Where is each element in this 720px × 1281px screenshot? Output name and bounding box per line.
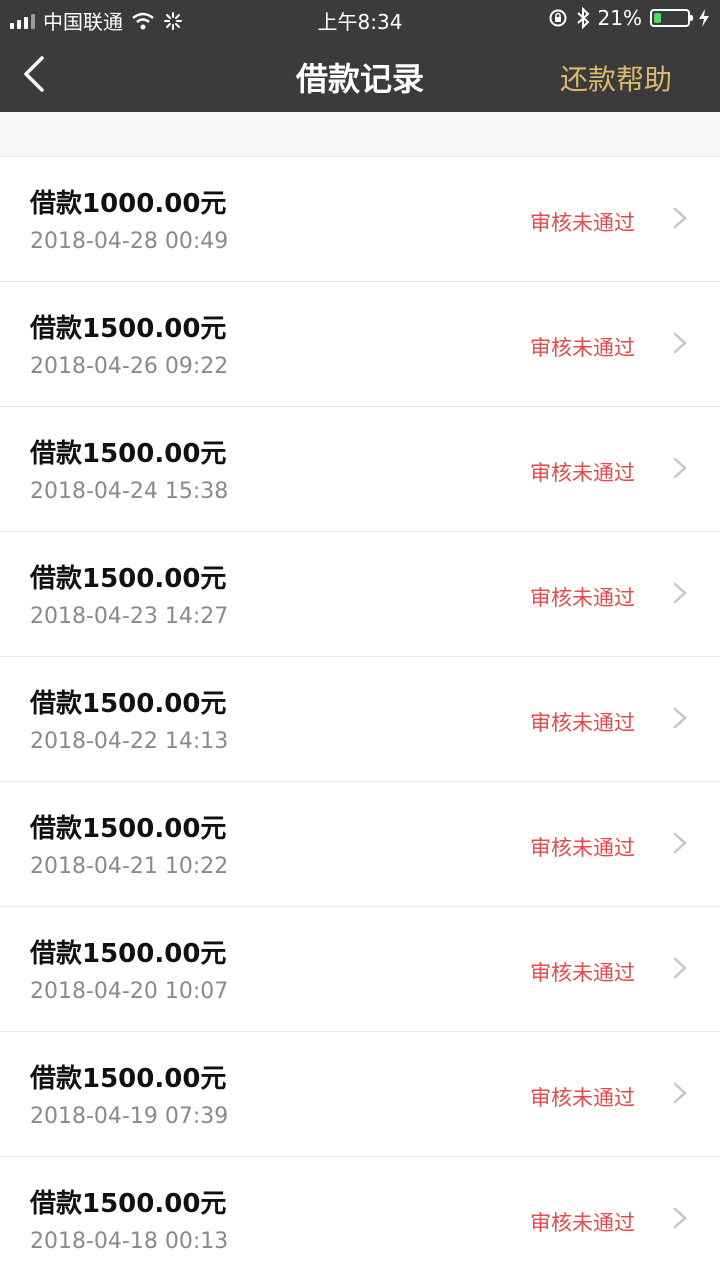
chevron-right-icon <box>673 957 687 979</box>
loan-amount: 借款1500.00元 <box>30 814 227 844</box>
loan-date: 2018-04-23 14:27 <box>30 604 229 629</box>
nav-bar: 借款记录 还款帮助 <box>0 36 720 112</box>
loan-record-list: 借款1000.00元 2018-04-28 00:49 审核未通过 借款1500… <box>0 156 720 1281</box>
rotation-lock-icon <box>549 9 567 27</box>
chevron-right-icon <box>673 207 687 229</box>
loan-status: 审核未通过 <box>530 1086 635 1110</box>
loan-status: 审核未通过 <box>530 1211 635 1235</box>
chevron-right-icon <box>673 832 687 854</box>
loan-status: 审核未通过 <box>530 711 635 735</box>
loan-amount: 借款1500.00元 <box>30 1189 227 1219</box>
loan-amount: 借款1500.00元 <box>30 689 227 719</box>
section-gap <box>0 112 720 156</box>
loan-date: 2018-04-22 14:13 <box>30 729 229 754</box>
loan-record-row[interactable]: 借款1500.00元 2018-04-26 09:22 审核未通过 <box>0 281 720 406</box>
battery-percent: 21% <box>597 6 642 30</box>
repayment-help-button[interactable]: 还款帮助 <box>560 58 672 98</box>
loan-record-row[interactable]: 借款1500.00元 2018-04-20 10:07 审核未通过 <box>0 906 720 1031</box>
loan-record-row[interactable]: 借款1500.00元 2018-04-23 14:27 审核未通过 <box>0 531 720 656</box>
status-bar: 中国联通 上午8:34 21% <box>0 0 720 36</box>
loan-date: 2018-04-18 00:13 <box>30 1229 229 1254</box>
loan-date: 2018-04-28 00:49 <box>30 229 229 254</box>
loan-record-row[interactable]: 借款1500.00元 2018-04-24 15:38 审核未通过 <box>0 406 720 531</box>
loan-status: 审核未通过 <box>530 336 635 360</box>
loan-status: 审核未通过 <box>530 461 635 485</box>
loan-record-row[interactable]: 借款1500.00元 2018-04-18 00:13 审核未通过 <box>0 1156 720 1281</box>
bluetooth-icon <box>576 7 589 29</box>
loan-date: 2018-04-21 10:22 <box>30 854 229 879</box>
chevron-right-icon <box>673 582 687 604</box>
loan-record-row[interactable]: 借款1000.00元 2018-04-28 00:49 审核未通过 <box>0 156 720 281</box>
loan-record-row[interactable]: 借款1500.00元 2018-04-19 07:39 审核未通过 <box>0 1031 720 1156</box>
loan-status: 审核未通过 <box>530 211 635 235</box>
battery-fill <box>654 13 661 23</box>
loan-date: 2018-04-24 15:38 <box>30 479 229 504</box>
loan-amount: 借款1500.00元 <box>30 1064 227 1094</box>
charging-icon <box>699 9 709 27</box>
loan-status: 审核未通过 <box>530 836 635 860</box>
chevron-right-icon <box>673 1207 687 1229</box>
chevron-right-icon <box>673 457 687 479</box>
loan-date: 2018-04-20 10:07 <box>30 979 229 1004</box>
battery-icon <box>650 9 693 27</box>
loan-record-row[interactable]: 借款1500.00元 2018-04-22 14:13 审核未通过 <box>0 656 720 781</box>
loan-record-row[interactable]: 借款1500.00元 2018-04-21 10:22 审核未通过 <box>0 781 720 906</box>
loan-amount: 借款1500.00元 <box>30 314 227 344</box>
chevron-right-icon <box>673 707 687 729</box>
chevron-right-icon <box>673 1082 687 1104</box>
loan-amount: 借款1500.00元 <box>30 564 227 594</box>
loan-status: 审核未通过 <box>530 961 635 985</box>
status-bar-right: 21% <box>548 6 710 30</box>
loan-date: 2018-04-26 09:22 <box>30 354 229 379</box>
loan-amount: 借款1500.00元 <box>30 439 227 469</box>
chevron-right-icon <box>673 332 687 354</box>
loan-status: 审核未通过 <box>530 586 635 610</box>
loan-date: 2018-04-19 07:39 <box>30 1104 229 1129</box>
loan-amount: 借款1500.00元 <box>30 939 227 969</box>
loan-amount: 借款1000.00元 <box>30 189 227 219</box>
